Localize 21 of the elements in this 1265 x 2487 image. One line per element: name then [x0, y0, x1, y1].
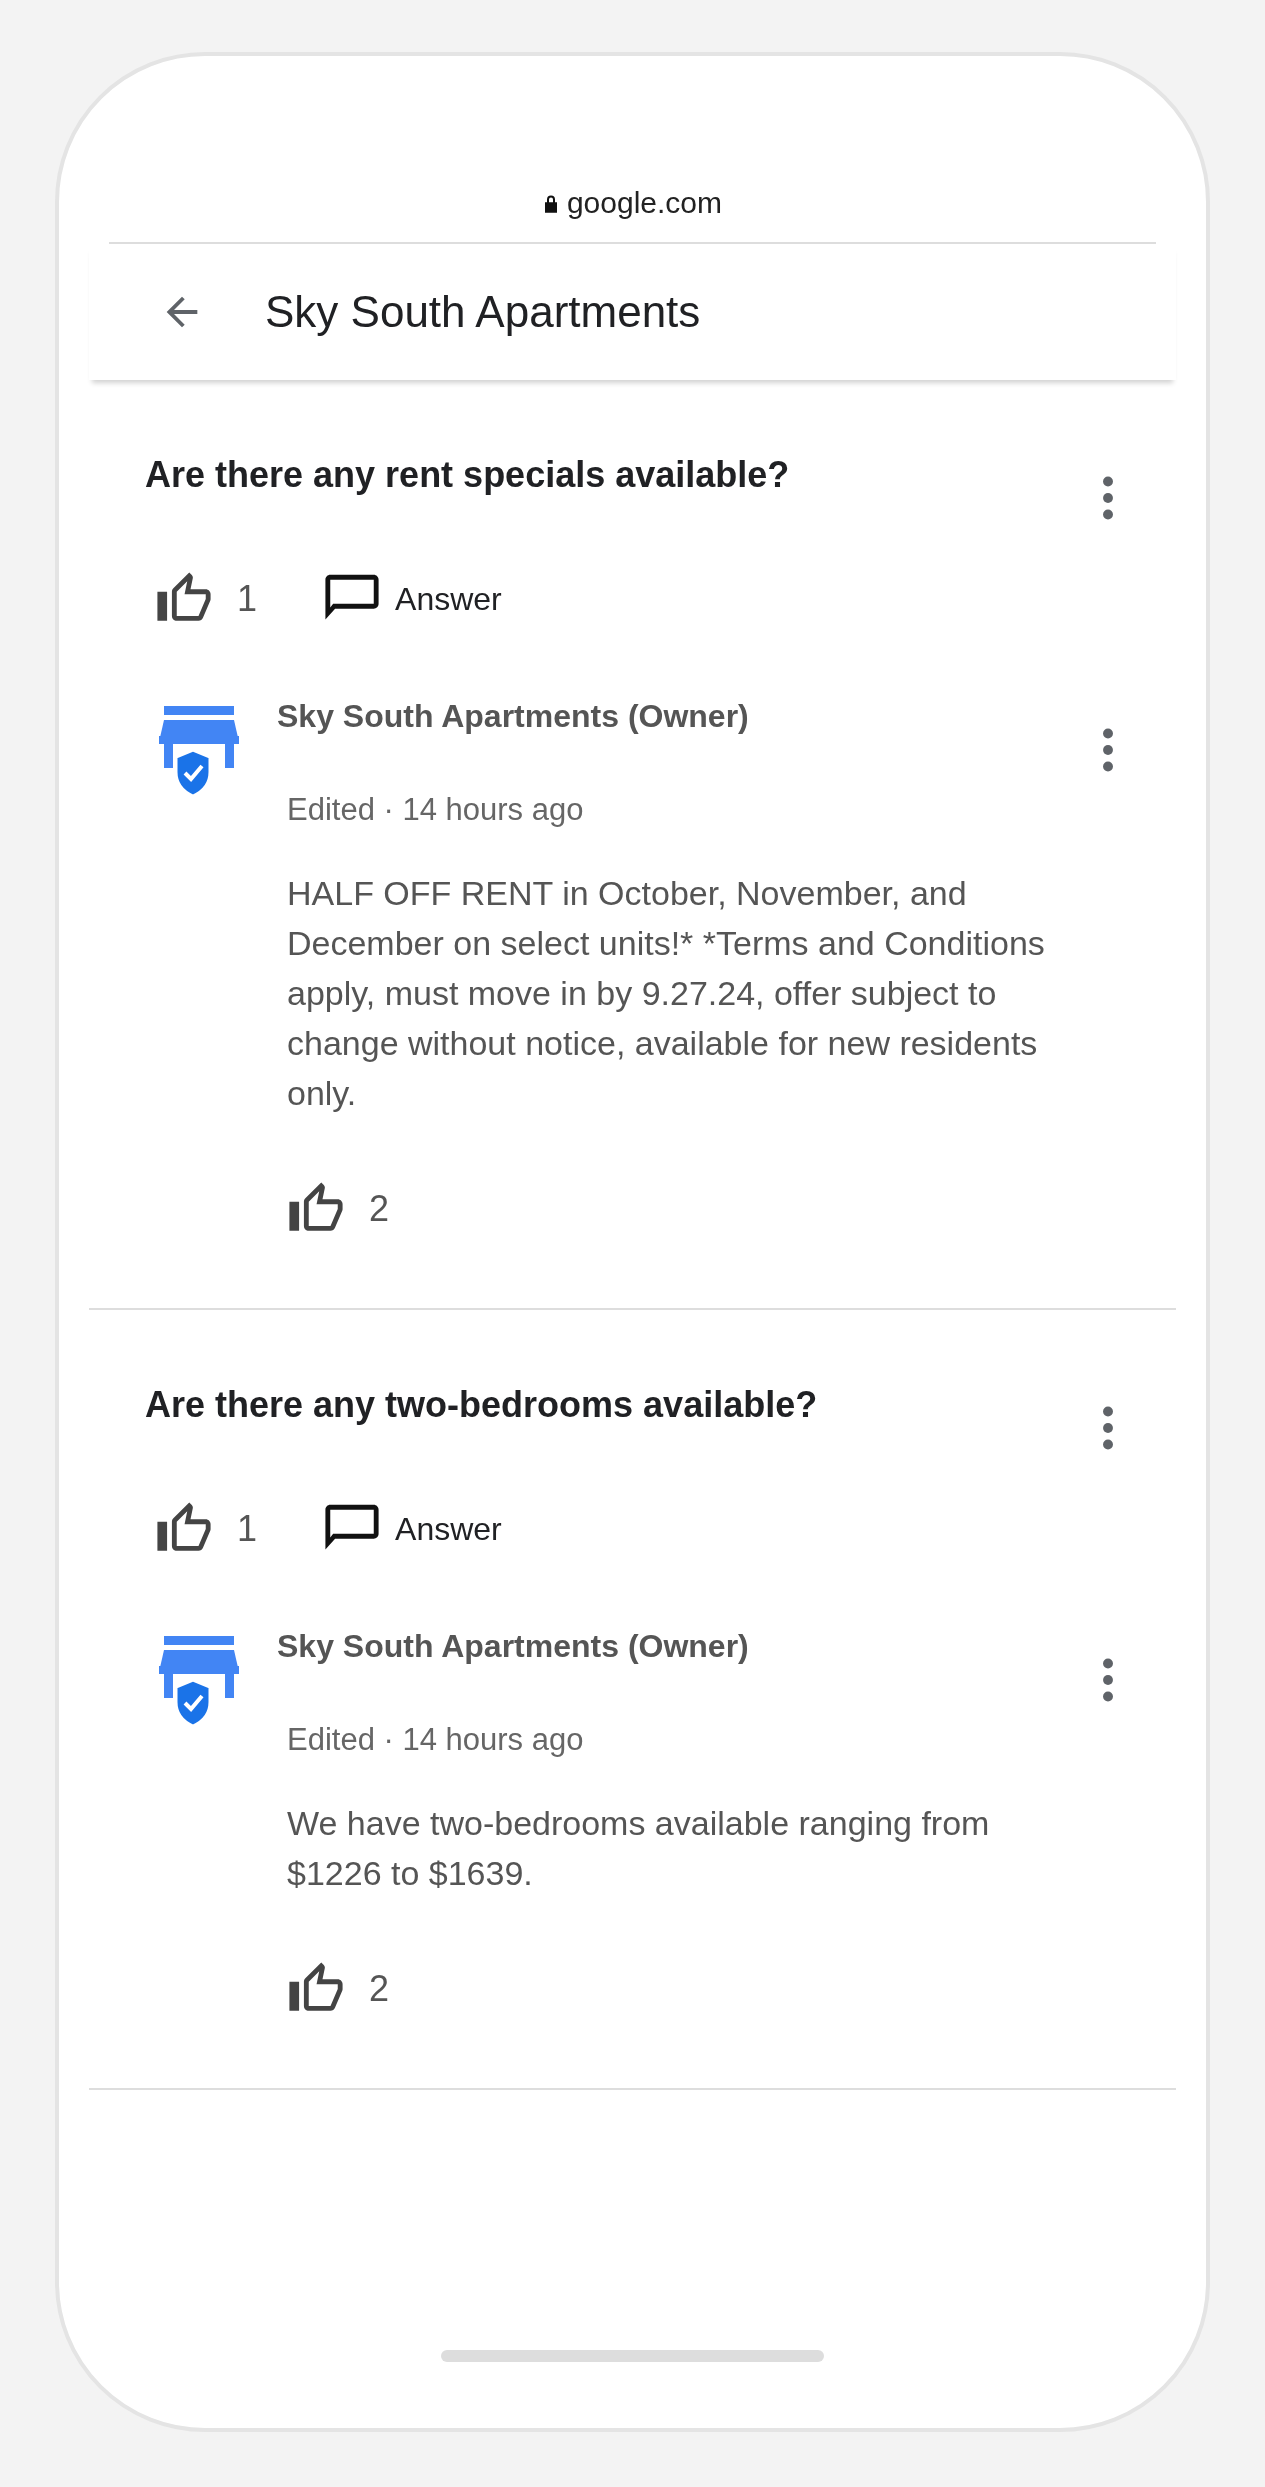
author-name: Sky South Apartments (Owner) [277, 1628, 749, 1666]
more-options-icon[interactable] [1102, 728, 1114, 772]
answer-meta: Edited · 14 hours ago [287, 1722, 585, 1758]
author-name: Sky South Apartments (Owner) [277, 698, 749, 736]
question-text: Are there any rent specials available? [145, 454, 790, 496]
answer-meta: Edited · 14 hours ago [287, 792, 585, 828]
answer-button[interactable]: Answer [323, 570, 502, 628]
like-count: 1 [237, 578, 258, 620]
answer-button[interactable]: Answer [323, 1500, 502, 1558]
like-count: 2 [369, 1188, 390, 1230]
lock-icon [542, 193, 559, 213]
page-title: Sky South Apartments [265, 287, 701, 337]
answer-text: We have two-bedrooms available ranging from $1226 to $1639. [287, 1803, 991, 1894]
more-options-icon[interactable] [1102, 1406, 1114, 1450]
answer-text: HALF OFF RENT in October, November, and December on select units!* *Terms and Conditions apply, must move in by 9.27.24, offer subject to change without notice, available for new residents only. [287, 873, 1046, 1114]
more-options-icon[interactable] [1102, 476, 1114, 520]
like-count: 2 [369, 1968, 390, 2010]
question-text: Are there any two-bedrooms available? [145, 1384, 818, 1426]
more-options-icon[interactable] [1102, 1658, 1114, 1702]
url-text[interactable]: google.com [566, 186, 723, 220]
like-count: 1 [237, 1508, 258, 1550]
